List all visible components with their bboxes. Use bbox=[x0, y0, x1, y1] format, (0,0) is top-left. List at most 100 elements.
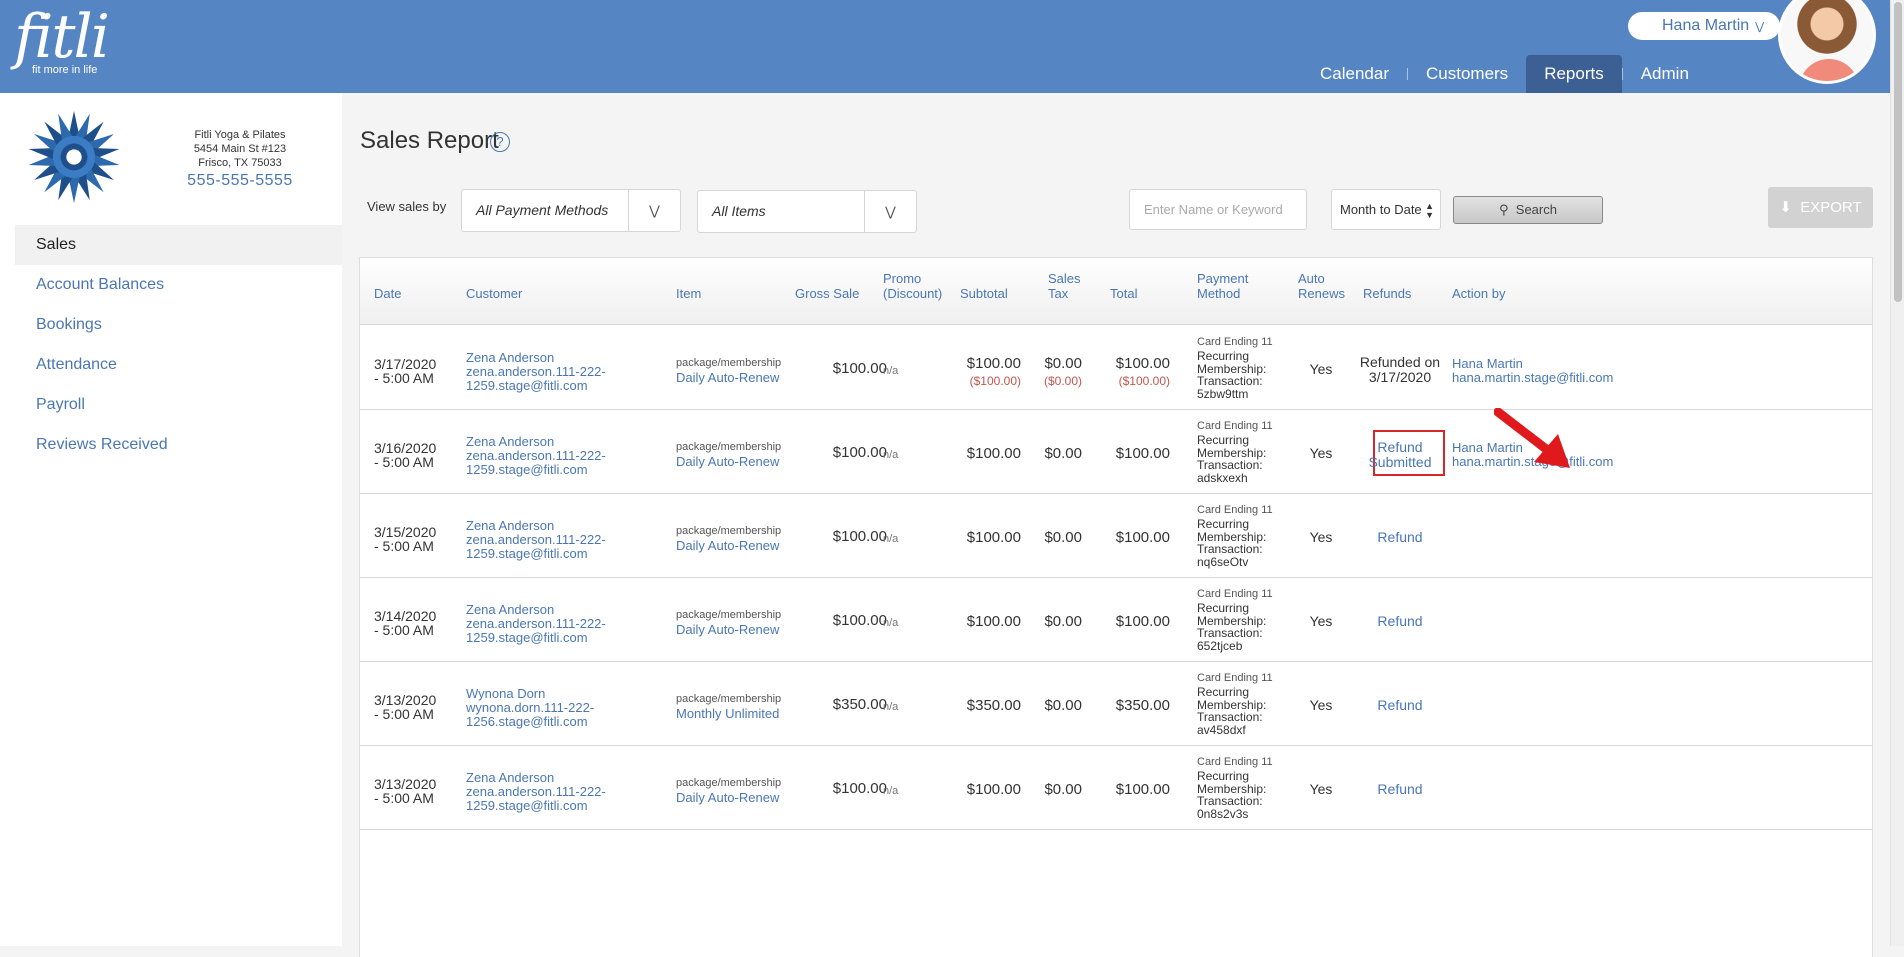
sidebar-item-bookings[interactable]: Bookings bbox=[15, 305, 342, 345]
customer-name: Zena Anderson bbox=[466, 350, 555, 365]
row-customer[interactable]: Zena Anderson zena.anderson.111-222- 1259.… bbox=[466, 519, 666, 561]
row-date-day: 3/14/2020 bbox=[374, 608, 437, 624]
row-total: $100.00 bbox=[1115, 613, 1170, 630]
payment-line3: Transaction: bbox=[1197, 794, 1263, 809]
refund-link[interactable]: Refund bbox=[1356, 698, 1444, 713]
scrollbar-thumb[interactable] bbox=[1894, 2, 1902, 302]
col-promo[interactable]: Promo (Discount) bbox=[883, 271, 942, 301]
customer-email-line1: zena.anderson.111-222- bbox=[466, 616, 606, 631]
row-date: 3/16/2020- 5:00 AM bbox=[374, 441, 464, 469]
search-button[interactable]: ⚲ Search bbox=[1453, 196, 1603, 224]
app-header: fitli fit more in life Hana Martin ⋁ Cale… bbox=[0, 0, 1890, 93]
payment-line1: Recurring bbox=[1197, 685, 1250, 700]
payment-transaction-id: av458dxf bbox=[1197, 722, 1246, 737]
payment-transaction-id: 652tjceb bbox=[1197, 638, 1243, 653]
col-promo-line1: Promo bbox=[883, 271, 922, 286]
refund-link[interactable]: Refund bbox=[1356, 782, 1444, 797]
sidebar-item-account-balances[interactable]: Account Balances bbox=[15, 265, 342, 305]
studio-name: Fitli Yoga & Pilates bbox=[194, 129, 286, 141]
row-customer[interactable]: Zena Anderson zena.anderson.111-222- 1259.… bbox=[466, 603, 666, 645]
user-menu-button[interactable]: Hana Martin ⋁ bbox=[1628, 12, 1780, 40]
row-total: $100.00 bbox=[1115, 529, 1170, 546]
row-date-day: 3/16/2020 bbox=[374, 440, 437, 456]
customer-email-line1: wynona.dorn.111-222- bbox=[466, 700, 595, 715]
row-customer[interactable]: Wynona Dorn wynona.dorn.111-222- 1256.stag… bbox=[466, 687, 666, 729]
refund-link[interactable]: Refund bbox=[1356, 614, 1444, 629]
studio-logo-icon bbox=[28, 110, 120, 204]
row-sales-tax: $0.00 ($0.00) bbox=[1000, 356, 1082, 388]
row-total: $100.00 bbox=[1115, 445, 1170, 462]
col-item[interactable]: Item bbox=[676, 286, 701, 301]
payment-line3: Transaction: bbox=[1197, 710, 1263, 725]
col-payment-line2: Method bbox=[1197, 286, 1241, 301]
download-icon: ⬇ bbox=[1779, 199, 1792, 216]
sidebar-item-reviews-received[interactable]: Reviews Received bbox=[15, 425, 342, 465]
customer-email-line2: 1256.stage@fitli.com bbox=[466, 714, 588, 729]
payment-line3: Transaction: bbox=[1197, 374, 1263, 389]
table-row: 3/13/2020- 5:00 AM Wynona Dorn wynona.dor… bbox=[360, 662, 1872, 746]
fitli-logo[interactable]: fitli fit more in life bbox=[14, 6, 110, 76]
vertical-scrollbar[interactable] bbox=[1890, 0, 1904, 946]
row-date: 3/13/2020- 5:00 AM bbox=[374, 777, 464, 805]
col-auto-renews[interactable]: Auto Renews bbox=[1298, 271, 1345, 301]
sidebar-item-attendance[interactable]: Attendance bbox=[15, 345, 342, 385]
nav-admin[interactable]: Admin bbox=[1623, 55, 1707, 93]
payment-method-select[interactable]: All Payment Methods ⋁​ bbox=[461, 189, 681, 232]
export-button[interactable]: ⬇ EXPORT bbox=[1768, 187, 1873, 228]
nav-customers[interactable]: Customers bbox=[1408, 55, 1526, 93]
nav-calendar[interactable]: Calendar bbox=[1302, 55, 1407, 93]
row-payment-method: Card Ending 11 Recurring Membership: Transa… bbox=[1197, 336, 1277, 400]
chevron-down-icon: ⋁ bbox=[1755, 21, 1765, 33]
nav-reports[interactable]: Reports bbox=[1526, 55, 1622, 93]
help-icon[interactable]: ? bbox=[490, 132, 510, 152]
col-sales-tax[interactable]: Sales Tax bbox=[1048, 271, 1081, 301]
payment-transaction-id: 0n8s2v3s bbox=[1197, 806, 1249, 821]
table-row: 3/17/2020- 5:00 AM Zena Anderson zena.and… bbox=[360, 326, 1872, 410]
customer-email-line2: 1259.stage@fitli.com bbox=[466, 378, 588, 393]
search-icon: ⚲ bbox=[1499, 202, 1509, 217]
row-total: $100.00 bbox=[1115, 781, 1170, 798]
studio-address-line1: 5454 Main St #123 bbox=[193, 143, 287, 155]
row-customer[interactable]: Zena Anderson zena.anderson.111-222- 1259.… bbox=[466, 435, 666, 477]
row-customer[interactable]: Zena Anderson zena.anderson.111-222- 1259.… bbox=[466, 771, 666, 813]
user-avatar[interactable] bbox=[1778, 0, 1876, 84]
col-subtotal[interactable]: Subtotal bbox=[960, 286, 1008, 301]
col-total[interactable]: Total bbox=[1110, 286, 1137, 301]
user-name: Hana Martin bbox=[1662, 17, 1750, 34]
row-date-time: - 5:00 AM bbox=[374, 790, 434, 806]
row-date: 3/14/2020- 5:00 AM bbox=[374, 609, 464, 637]
date-range-value: Month to Date bbox=[1340, 202, 1422, 217]
payment-line1: Recurring bbox=[1197, 769, 1250, 784]
col-gross-sale[interactable]: Gross Sale bbox=[795, 286, 859, 301]
date-range-select[interactable]: Month to Date ▲ ▼ bbox=[1331, 189, 1441, 230]
row-action-by[interactable]: Hana Martin hana.martin.stage@fitli.com bbox=[1452, 356, 1613, 385]
col-customer[interactable]: Customer bbox=[466, 286, 522, 301]
sidebar-item-payroll[interactable]: Payroll bbox=[15, 385, 342, 425]
row-customer[interactable]: Zena Anderson zena.anderson.111-222- 1259.… bbox=[466, 351, 666, 393]
refund-status-line1: Refunded on bbox=[1359, 354, 1441, 370]
col-refunds[interactable]: Refunds bbox=[1363, 286, 1411, 301]
col-payment-method[interactable]: Payment Method bbox=[1197, 271, 1248, 301]
payment-line3: Transaction: bbox=[1197, 542, 1263, 557]
row-promo: n/a bbox=[883, 617, 899, 629]
payment-transaction-id: adskxexh bbox=[1197, 470, 1248, 485]
sidebar: Fitli Yoga & Pilates 5454 Main St #123 F… bbox=[0, 93, 342, 946]
keyword-search-input[interactable] bbox=[1129, 189, 1307, 230]
row-date-time: - 5:00 AM bbox=[374, 706, 434, 722]
row-gross-sale: $100.00 bbox=[832, 780, 887, 797]
items-select[interactable]: All Items ⋁ bbox=[697, 190, 917, 233]
col-date[interactable]: Date bbox=[374, 286, 401, 301]
sidebar-item-sales[interactable]: Sales bbox=[15, 225, 342, 265]
payment-transaction-id: nq6seOtv bbox=[1197, 554, 1249, 569]
col-action-by[interactable]: Action by bbox=[1452, 286, 1505, 301]
refund-submitted-line1: Refund bbox=[1377, 439, 1423, 455]
studio-address-line2: Frisco, TX 75033 bbox=[198, 157, 282, 169]
col-auto-line1: Auto bbox=[1298, 271, 1325, 286]
row-promo: n/a bbox=[883, 785, 899, 797]
payment-card: Card Ending 11 bbox=[1197, 336, 1273, 348]
payment-transaction-id: 5zbw9ttm bbox=[1197, 386, 1249, 401]
row-gross-sale: $350.00 bbox=[832, 696, 887, 713]
refund-link[interactable]: Refund bbox=[1356, 530, 1444, 545]
refund-submitted-link[interactable]: Refund Submitted bbox=[1356, 440, 1444, 470]
action-by-name: Hana Martin bbox=[1452, 356, 1523, 371]
